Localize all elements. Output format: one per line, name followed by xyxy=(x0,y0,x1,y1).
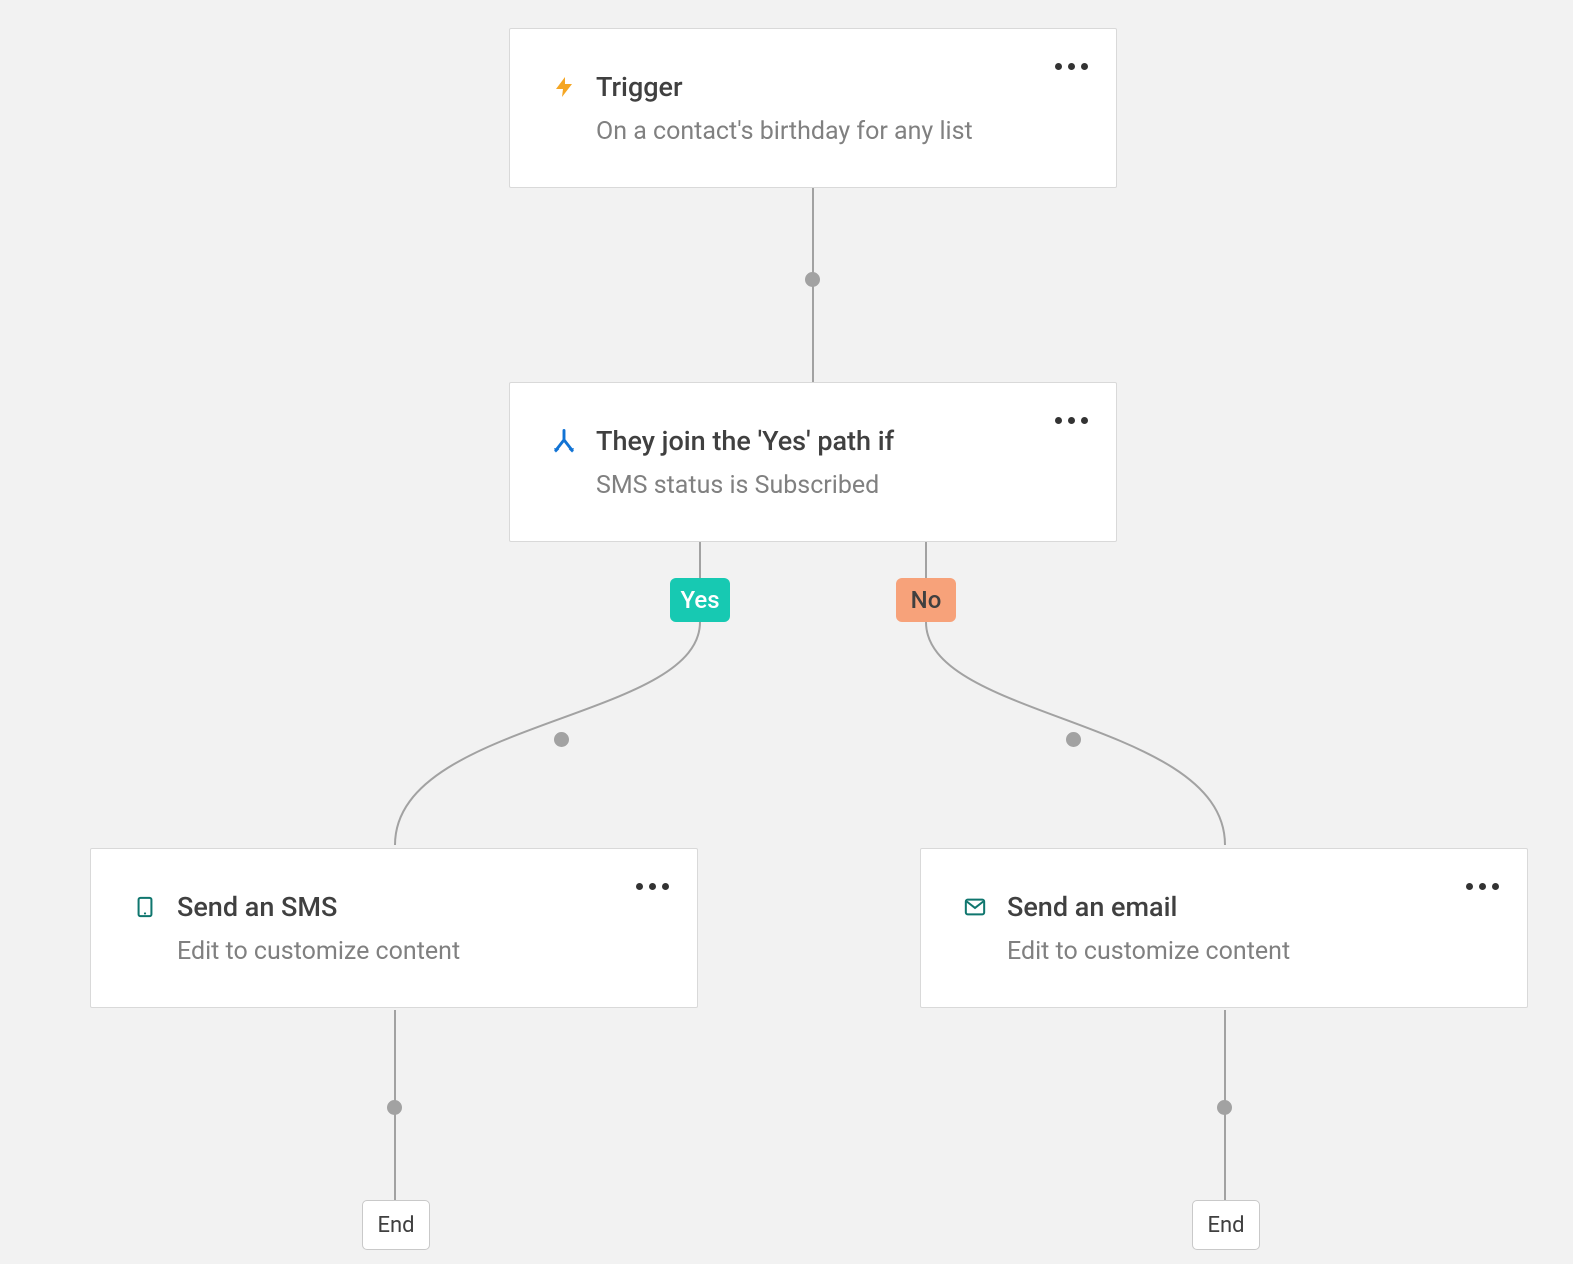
trigger-node[interactable]: Trigger On a contact's birthday for any … xyxy=(509,28,1117,188)
connector-lines xyxy=(0,0,1573,1264)
more-menu-button[interactable] xyxy=(1055,417,1088,424)
connector-add-dot[interactable] xyxy=(805,272,820,287)
node-title: Trigger xyxy=(596,71,683,103)
yes-branch-label: Yes xyxy=(670,578,730,622)
node-title: Send an email xyxy=(1007,891,1177,923)
no-branch-label: No xyxy=(896,578,956,622)
email-icon xyxy=(961,893,989,921)
phone-icon xyxy=(131,893,159,921)
node-description: Edit to customize content xyxy=(961,937,1497,966)
connector-add-dot[interactable] xyxy=(554,732,569,747)
node-title: They join the 'Yes' path if xyxy=(596,425,894,457)
connector-add-dot[interactable] xyxy=(1066,732,1081,747)
more-menu-button[interactable] xyxy=(1466,883,1499,890)
connector-add-dot[interactable] xyxy=(387,1100,402,1115)
lightning-icon xyxy=(550,73,578,101)
connector-add-dot[interactable] xyxy=(1217,1100,1232,1115)
node-description: Edit to customize content xyxy=(131,937,667,966)
node-description: On a contact's birthday for any list xyxy=(550,117,1086,146)
node-title: Send an SMS xyxy=(177,891,337,923)
send-sms-node[interactable]: Send an SMS Edit to customize content xyxy=(90,848,698,1008)
more-menu-button[interactable] xyxy=(1055,63,1088,70)
end-node: End xyxy=(362,1200,430,1250)
split-icon xyxy=(550,427,578,455)
send-email-node[interactable]: Send an email Edit to customize content xyxy=(920,848,1528,1008)
more-menu-button[interactable] xyxy=(636,883,669,890)
condition-node[interactable]: They join the 'Yes' path if SMS status i… xyxy=(509,382,1117,542)
end-node: End xyxy=(1192,1200,1260,1250)
node-description: SMS status is Subscribed xyxy=(550,471,1086,500)
